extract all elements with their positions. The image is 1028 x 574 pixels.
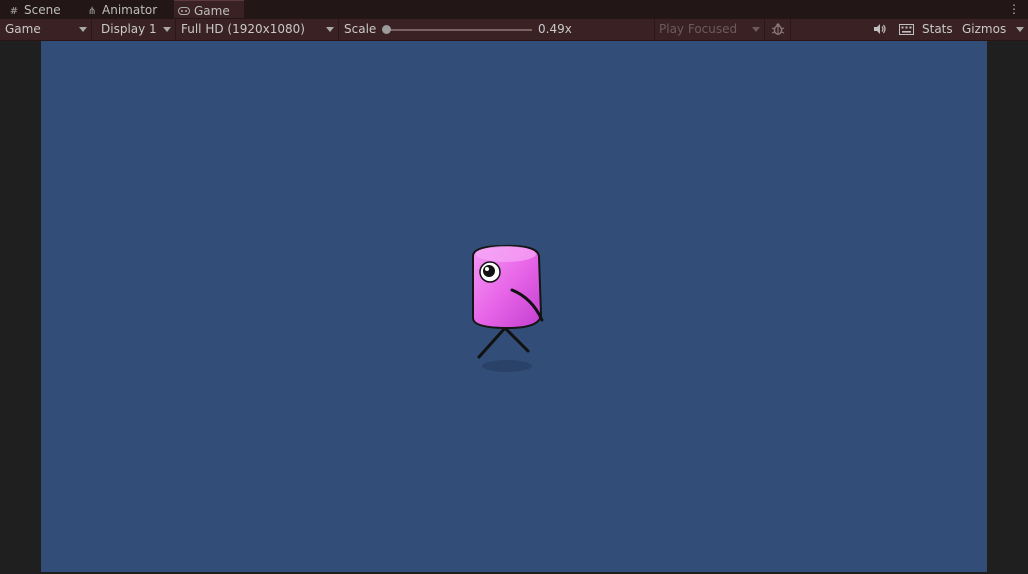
debug-toggle-button[interactable] [765, 19, 791, 40]
resolution-dropdown[interactable]: Full HD (1920x1080) [176, 19, 339, 40]
tab-scene-label: Scene [24, 3, 61, 17]
play-mode-dropdown[interactable]: Play Focused [655, 19, 765, 40]
game-toolbar: Game Display 1 Full HD (1920x1080) Scale… [0, 19, 1028, 41]
tab-animator-label: Animator [102, 3, 158, 17]
game-mode-label: Game [5, 22, 41, 36]
character-leg-left [477, 326, 507, 359]
character-leg-right [503, 326, 530, 353]
marshmallow-character [472, 244, 544, 372]
resolution-label: Full HD (1920x1080) [181, 22, 305, 36]
scale-slider-track[interactable] [386, 29, 532, 31]
tab-scene[interactable]: # Scene [8, 0, 61, 19]
letterbox-right [987, 41, 1028, 574]
play-mode-label: Play Focused [659, 22, 738, 36]
scale-value: 0.49x [538, 22, 572, 36]
tab-game-label: Game [194, 4, 230, 18]
character-shadow [482, 360, 532, 372]
keyboard-shortcuts-button[interactable] [894, 19, 918, 40]
character-pupil [483, 265, 495, 277]
gizmos-dropdown[interactable]: Gizmos [960, 19, 1028, 40]
gizmos-label: Gizmos [962, 22, 1007, 36]
bug-icon [771, 23, 784, 35]
scale-slider-handle[interactable] [382, 25, 391, 34]
game-mode-dropdown[interactable]: Game [0, 19, 92, 40]
tab-game[interactable]: Game [174, 0, 244, 18]
gamepad-icon-svg [178, 7, 190, 15]
character-eye-glint [485, 267, 489, 271]
display-dropdown[interactable]: Display 1 [92, 19, 176, 40]
tab-bar: # Scene ⋔ Animator Game ⋮ [0, 0, 1028, 19]
more-options-icon[interactable]: ⋮ [1008, 1, 1020, 17]
character-top-highlight [476, 246, 536, 262]
mute-audio-button[interactable] [868, 19, 892, 40]
toolbar-spacer [600, 19, 655, 40]
stats-button[interactable]: Stats [922, 19, 958, 40]
keyboard-icon [898, 24, 914, 35]
tab-animator[interactable]: ⋔ Animator [86, 0, 157, 19]
letterbox-left [0, 41, 41, 574]
scale-label: Scale [344, 22, 377, 36]
display-label: Display 1 [101, 22, 157, 36]
speaker-icon [874, 24, 886, 34]
